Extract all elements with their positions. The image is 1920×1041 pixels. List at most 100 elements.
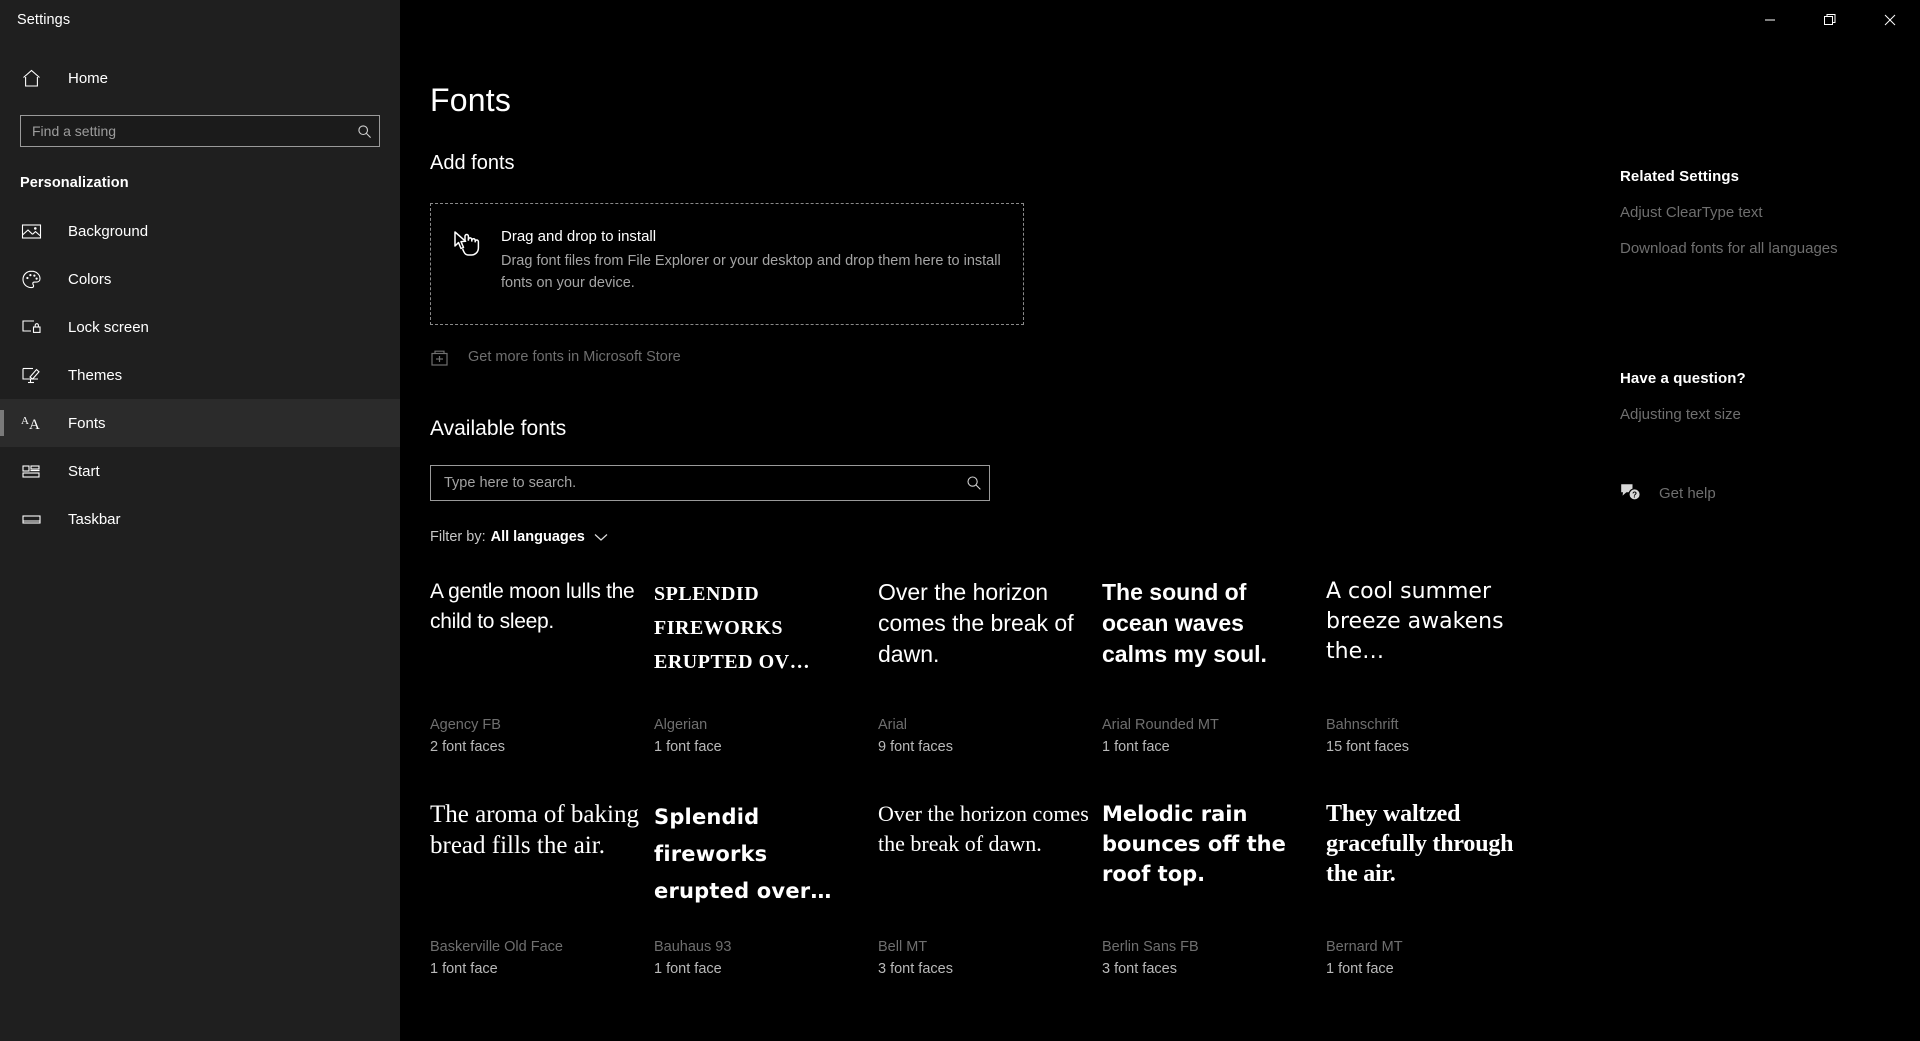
font-face-count: 2 font faces	[430, 739, 505, 755]
font-name: Baskerville Old Face	[430, 939, 563, 955]
svg-text:A: A	[29, 417, 40, 433]
taskbar-icon	[21, 509, 51, 530]
title-bar: Settings	[0, 0, 1920, 40]
title-bar-drag-region[interactable]	[400, 0, 1740, 40]
get-more-fonts-link[interactable]: Get more fonts in Microsoft Store	[430, 343, 1590, 371]
font-name: Agency FB	[430, 717, 501, 733]
filter-by-label: Filter by:	[430, 529, 486, 545]
restore-icon	[1824, 14, 1836, 25]
close-button[interactable]	[1860, 0, 1920, 40]
font-card[interactable]: The sound of ocean waves calms my soul. …	[1102, 577, 1314, 765]
font-face-count: 1 font face	[654, 739, 722, 755]
font-sample-text: SPLENDID FIREWORKS ERUPTED OV…	[654, 583, 811, 673]
font-sample-text: A gentle moon lulls the child to sleep.	[430, 580, 635, 633]
font-name: Algerian	[654, 717, 708, 733]
font-dropzone[interactable]: Drag and drop to install Drag font files…	[430, 203, 1024, 325]
sidebar-item-home-label: Home	[68, 69, 109, 87]
sidebar-nav-list: Background Colors Lock screen Themes A A…	[0, 207, 400, 543]
get-more-fonts-label: Get more fonts in Microsoft Store	[468, 349, 681, 365]
font-search-box[interactable]	[430, 465, 990, 501]
content-column: Fonts Add fonts Drag and drop to install…	[400, 40, 1590, 1041]
font-sample-text: Over the horizon comes the break of dawn…	[878, 579, 1074, 667]
lock-screen-icon	[21, 317, 51, 338]
get-help-label: Get help	[1659, 484, 1716, 502]
window-controls	[1740, 0, 1920, 40]
font-face-count: 1 font face	[1102, 739, 1170, 755]
dropzone-text: Drag and drop to install Drag font files…	[497, 228, 1003, 294]
font-face-count: 15 font faces	[1326, 739, 1410, 755]
sidebar-item-home[interactable]: Home	[0, 57, 400, 99]
font-card[interactable]: Splendid fireworks erupted over… Bauhaus…	[654, 799, 866, 987]
font-name: Berlin Sans FB	[1102, 939, 1199, 955]
font-card[interactable]: Over the horizon comes the break of dawn…	[878, 799, 1090, 987]
font-card[interactable]: They waltzed gracefully through the air.…	[1326, 799, 1538, 987]
font-card[interactable]: SPLENDID FIREWORKS ERUPTED OV… Algerian …	[654, 577, 866, 765]
font-face-count: 1 font face	[654, 961, 722, 977]
sidebar-item-label: Start	[68, 462, 100, 480]
settings-window: Settings Home Find a setting Personaliza…	[0, 0, 1920, 1041]
font-face-count: 3 font faces	[878, 961, 953, 977]
related-link-download-fonts[interactable]: Download fonts for all languages	[1620, 240, 1838, 257]
svg-text:A: A	[21, 415, 29, 427]
font-card[interactable]: Over the horizon comes the break of dawn…	[878, 577, 1090, 765]
close-icon	[1884, 14, 1896, 26]
filter-by-value: All languages	[490, 529, 585, 545]
related-settings-rail: Related Settings Adjust ClearType text D…	[1590, 40, 1920, 1041]
filter-by-dropdown[interactable]: Filter by: All languages	[430, 525, 608, 549]
font-card[interactable]: Melodic rain bounces off the roof top. B…	[1102, 799, 1314, 987]
font-sample-text: They waltzed gracefully through the air.	[1326, 801, 1514, 887]
drag-drop-cursor-icon	[453, 228, 497, 267]
page-title: Fonts	[430, 82, 512, 118]
find-a-setting-box[interactable]	[20, 115, 380, 147]
sidebar-item-background[interactable]: Background	[0, 207, 400, 255]
have-a-question-heading: Have a question?	[1620, 370, 1746, 387]
help-chat-icon: ?	[1620, 483, 1642, 503]
related-link-adjust-cleartype[interactable]: Adjust ClearType text	[1620, 204, 1763, 221]
window-title: Settings	[17, 12, 71, 28]
font-aa-icon: A A	[21, 413, 51, 434]
chevron-down-icon	[585, 533, 608, 542]
related-settings-heading: Related Settings	[1620, 168, 1740, 185]
font-sample-text: Over the horizon comes the break of dawn…	[878, 801, 1089, 856]
font-name: Arial Rounded MT	[1102, 717, 1219, 733]
font-name: Bauhaus 93	[654, 939, 732, 955]
find-a-setting-input[interactable]	[21, 123, 349, 139]
sidebar-item-label: Lock screen	[68, 318, 149, 336]
title-bar-left: Settings	[0, 0, 400, 40]
sidebar-item-colors[interactable]: Colors	[0, 255, 400, 303]
font-face-count: 1 font face	[430, 961, 498, 977]
sidebar-item-fonts[interactable]: A A Fonts	[0, 399, 400, 447]
main-area: Fonts Add fonts Drag and drop to install…	[400, 40, 1920, 1041]
minimize-button[interactable]	[1740, 0, 1800, 40]
font-search-input[interactable]	[431, 475, 959, 491]
sidebar-item-lock-screen[interactable]: Lock screen	[0, 303, 400, 351]
font-card[interactable]: A cool summer breeze awakens the… Bahnsc…	[1326, 577, 1538, 765]
sidebar-search-wrap	[0, 99, 400, 147]
font-face-count: 9 font faces	[878, 739, 953, 755]
palette-icon	[21, 269, 51, 290]
restore-button[interactable]	[1800, 0, 1860, 40]
available-fonts-grid: A gentle moon lulls the child to sleep. …	[430, 577, 1590, 987]
font-card[interactable]: A gentle moon lulls the child to sleep. …	[430, 577, 642, 765]
get-help-link[interactable]: ? Get help	[1620, 483, 1716, 503]
sidebar-item-themes[interactable]: Themes	[0, 351, 400, 399]
available-fonts-heading: Available fonts	[430, 417, 567, 440]
font-name: Bernard MT	[1326, 939, 1403, 955]
sidebar-item-taskbar[interactable]: Taskbar	[0, 495, 400, 543]
font-sample-text: The aroma of baking bread fills the air.	[430, 801, 639, 859]
add-fonts-heading: Add fonts	[430, 152, 515, 174]
font-name: Bahnschrift	[1326, 717, 1399, 733]
sidebar-item-start[interactable]: Start	[0, 447, 400, 495]
dropzone-title: Drag and drop to install	[501, 228, 657, 245]
question-link-adjusting-text-size[interactable]: Adjusting text size	[1620, 406, 1741, 423]
font-sample-text: The sound of ocean waves calms my soul.	[1102, 579, 1267, 667]
start-tiles-icon	[21, 461, 51, 482]
sidebar-section-title: Personalization	[20, 175, 129, 191]
image-icon	[21, 221, 51, 242]
font-sample-text: Melodic rain bounces off the roof top.	[1102, 802, 1286, 886]
font-name: Bell MT	[878, 939, 928, 955]
font-face-count: 3 font faces	[1102, 961, 1177, 977]
font-card[interactable]: The aroma of baking bread fills the air.…	[430, 799, 642, 987]
microsoft-store-icon	[430, 348, 460, 367]
window-body: Home Personalization	[0, 40, 1920, 1041]
